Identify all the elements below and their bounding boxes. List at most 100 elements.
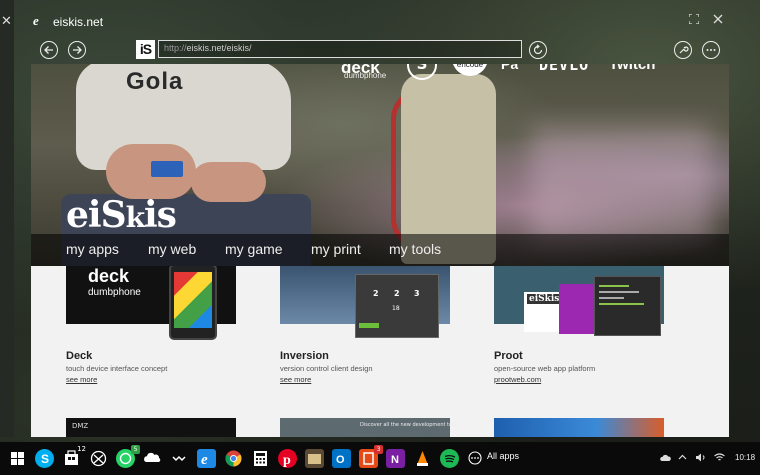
card-title[interactable]: Inversion	[280, 350, 329, 362]
project-card-row2[interactable]: DMZ	[66, 418, 236, 437]
window-titlebar[interactable]: e eiskis.net	[29, 10, 731, 36]
card-link[interactable]: see more	[66, 375, 97, 384]
thumb-phone-screen	[174, 272, 212, 328]
menu-item-my-game[interactable]: my game	[225, 241, 283, 257]
svg-text:p: p	[283, 453, 291, 468]
card-description: version control client design	[280, 364, 373, 373]
tidal-icon[interactable]	[170, 449, 189, 468]
deck-subtitle: dumbphone	[344, 71, 387, 80]
outlook-icon[interactable]: O	[332, 449, 351, 468]
thumb-deck-text: deck	[88, 266, 130, 286]
hero-shirt-text: Gola	[126, 68, 184, 95]
project-card-row2[interactable]: Discover all the new development tools	[280, 418, 459, 437]
refresh-icon[interactable]	[529, 41, 547, 59]
site-brand-logo[interactable]: eiSkis	[66, 194, 177, 236]
card-description: touch device interface concept	[66, 364, 168, 373]
back-arrow-icon[interactable]	[40, 41, 58, 59]
brand-part: eiS	[66, 194, 127, 236]
url-text: eiskis.net/eiskis/	[186, 43, 252, 53]
devlo-link[interactable]: DEVLO	[539, 64, 589, 74]
app-edge-icon: e	[33, 14, 39, 27]
edge-icon[interactable]: e	[197, 449, 216, 468]
maximize-icon[interactable]	[688, 13, 700, 27]
forward-arrow-icon[interactable]	[68, 41, 86, 59]
card-description: open-source web app platform	[494, 364, 596, 373]
calculator-icon[interactable]	[251, 449, 270, 468]
left-window-close-icon[interactable]: ✕	[1, 14, 12, 29]
card-title[interactable]: Deck	[66, 350, 92, 362]
thumb-purple-window	[559, 284, 597, 334]
thumb-green-bar	[359, 323, 379, 328]
system-clock[interactable]: 10:18	[735, 453, 755, 462]
svg-text:O: O	[336, 454, 345, 466]
chrome-icon[interactable]	[224, 449, 243, 468]
store-icon[interactable]: 12	[62, 445, 86, 468]
notepad-icon[interactable]	[305, 449, 324, 468]
thumb-editor-window	[594, 276, 661, 336]
content-area: deck dumbphone Deck touch device interfa…	[31, 266, 729, 437]
wifi-icon[interactable]	[714, 453, 725, 465]
menu-item-my-tools[interactable]: my tools	[389, 241, 441, 257]
brand-part: k	[125, 201, 145, 234]
card-title[interactable]: Proot	[494, 350, 523, 362]
onedrive-tray-icon[interactable]	[660, 453, 671, 465]
hero-banner: Gola deck dumbphone S encode Pa DEVLO Tw…	[31, 64, 729, 266]
card-thumbnail[interactable]: deck dumbphone	[66, 266, 236, 340]
card-thumbnail[interactable]: 2 2 3 18	[280, 266, 450, 338]
svg-text:S: S	[41, 452, 49, 466]
thumb-dumbphone-text: dumbphone	[88, 287, 141, 298]
main-menu: my apps my web my game my print my tools	[31, 234, 729, 266]
thumb-page: eiSkis	[524, 292, 564, 332]
more-icon[interactable]	[702, 41, 720, 59]
office-icon[interactable]: 3	[359, 445, 383, 468]
thumb-code-line	[599, 303, 644, 305]
thumb-app-window: 2 2 3 18	[355, 274, 439, 338]
windows-start-icon[interactable]	[8, 449, 27, 468]
svg-text:e: e	[33, 14, 39, 27]
card-link[interactable]: see more	[280, 375, 311, 384]
thumb-number: 18	[392, 305, 400, 312]
menu-item-my-web[interactable]: my web	[148, 241, 196, 257]
xbox-icon[interactable]	[89, 449, 108, 468]
pinterest-icon[interactable]: p	[278, 449, 297, 468]
menu-item-my-print[interactable]: my print	[311, 241, 361, 257]
skype-icon[interactable]: S	[35, 449, 54, 468]
address-bar[interactable]: http://eiskis.net/eiskis/	[158, 40, 522, 58]
chevron-up-icon[interactable]	[678, 453, 687, 465]
hero-photo-phone	[151, 161, 183, 177]
close-icon[interactable]	[713, 13, 723, 27]
all-apps-icon	[468, 451, 482, 465]
svg-text:N: N	[391, 454, 399, 466]
url-prefix: http://	[164, 43, 187, 53]
pa-link[interactable]: Pa	[501, 64, 518, 72]
card-link[interactable]: prootweb.com	[494, 375, 541, 384]
menu-item-my-apps[interactable]: my apps	[66, 241, 119, 257]
taskbar: S 12 5 e p O 3 N All apps 10:18	[0, 442, 760, 475]
onedrive-icon[interactable]	[143, 449, 162, 468]
thumb-number: 3	[414, 289, 420, 298]
project-card-row2[interactable]	[494, 418, 664, 437]
window-title: eiskis.net	[53, 15, 104, 29]
encode-link[interactable]: encode	[452, 64, 488, 76]
store-badge: 12	[77, 445, 86, 453]
s-logo-link[interactable]: S	[407, 64, 437, 80]
volume-icon[interactable]	[695, 453, 706, 465]
thumb-logo: eiSkis	[527, 294, 562, 304]
left-snapped-window[interactable]: ✕	[0, 0, 14, 437]
wrench-icon[interactable]	[674, 41, 692, 59]
vlc-icon[interactable]	[413, 449, 432, 468]
brand-part: is	[143, 194, 177, 236]
whatsapp-icon[interactable]: 5	[116, 445, 140, 468]
browser-navbar: iS http://eiskis.net/eiskis/	[29, 36, 731, 64]
thumb-number: 2	[373, 289, 379, 298]
all-apps-label: All apps	[487, 451, 520, 461]
onenote-icon[interactable]: N	[386, 449, 405, 468]
twitch-link[interactable]: Twitch	[609, 64, 655, 73]
hero-photo-background	[531, 124, 711, 244]
row2-text: Discover all the new development tools	[360, 422, 460, 428]
thumb-code-line	[599, 297, 624, 299]
hero-top-links: deck dumbphone S encode Pa DEVLO Twitch	[341, 64, 729, 80]
card-thumbnail[interactable]: eiSkis	[494, 266, 664, 336]
svg-text:e: e	[201, 452, 208, 468]
spotify-icon[interactable]	[440, 449, 459, 468]
